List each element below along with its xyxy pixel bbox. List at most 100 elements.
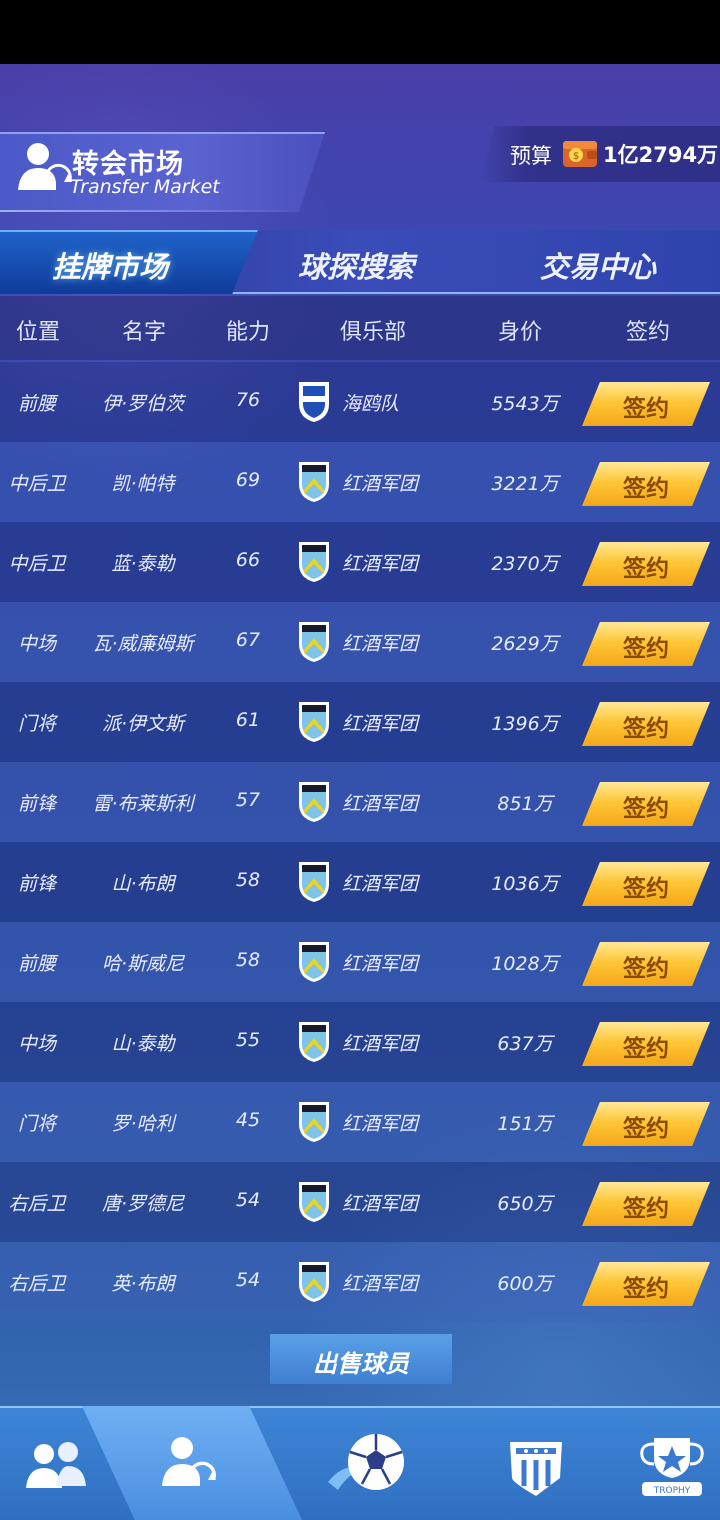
club-crest-icon (297, 1260, 331, 1304)
player-value: 2629万 (491, 633, 559, 655)
player-position: 门将 (17, 713, 56, 735)
sell-player-button[interactable]: 出售球员 (270, 1334, 452, 1384)
budget-label: 预算 (510, 144, 552, 168)
player-ability: 54 (235, 1269, 261, 1291)
sign-button[interactable]: 签约 (582, 382, 710, 426)
player-name: 山·布朗 (111, 873, 175, 895)
club-crest-icon (297, 860, 331, 904)
status-bar (0, 0, 720, 64)
table-row: 前腰 伊·罗伯茨 76 海鸥队 5543万 签约 (0, 362, 720, 442)
player-name: 罗·哈利 (111, 1113, 175, 1135)
transfer-person-icon (18, 143, 72, 190)
player-value: 5543万 (491, 393, 559, 415)
player-ability: 58 (235, 869, 261, 891)
player-ability: 54 (235, 1189, 261, 1211)
svg-text:$: $ (573, 151, 579, 162)
game-screen: 转会市场 Transfer Market 预算 $ 1亿2794万 挂牌市场 球… (0, 64, 720, 1520)
player-position: 前锋 (17, 793, 56, 815)
column-header-ability: 能力 (226, 320, 271, 345)
club-crest-icon (297, 940, 331, 984)
player-ability: 61 (235, 709, 261, 731)
sign-button-label: 签约 (623, 875, 669, 901)
table-row: 中场 山·泰勒 55 红酒军团 637万 签约 (0, 1002, 720, 1082)
player-value: 1396万 (491, 713, 559, 735)
player-ability: 58 (235, 949, 261, 971)
sign-button[interactable]: 签约 (582, 862, 710, 906)
trophy-label: TROPHY (653, 1486, 691, 1496)
sign-button-label: 签约 (623, 395, 669, 421)
sign-button[interactable]: 签约 (582, 1182, 710, 1226)
club-shield-icon[interactable] (496, 1430, 576, 1502)
player-position: 门将 (17, 1113, 56, 1135)
sign-button[interactable]: 签约 (582, 702, 710, 746)
sign-button-label: 签约 (623, 1035, 669, 1061)
club-crest-icon (297, 540, 331, 584)
player-club: 红酒军团 (342, 793, 419, 815)
player-value: 3221万 (491, 473, 559, 495)
sign-button-label: 签约 (623, 955, 669, 981)
player-club: 红酒军团 (342, 1033, 419, 1055)
budget-value: 1亿2794万 (603, 143, 719, 167)
player-name: 派·伊文斯 (101, 713, 185, 735)
player-name: 山·泰勒 (111, 1033, 175, 1055)
trophy-icon[interactable]: TROPHY (632, 1430, 712, 1502)
sign-button[interactable]: 签约 (582, 622, 710, 666)
player-position: 前腰 (17, 393, 56, 415)
player-club: 红酒军团 (342, 953, 419, 975)
table-row: 右后卫 英·布朗 54 红酒军团 600万 签约 (0, 1242, 720, 1322)
player-value: 1036万 (491, 873, 559, 895)
table-row: 门将 派·伊文斯 61 红酒军团 1396万 签约 (0, 682, 720, 762)
player-position: 中场 (17, 633, 56, 655)
tab-scout-search[interactable]: 球探搜索 (298, 244, 414, 286)
club-crest-icon (297, 380, 331, 424)
sign-button-label: 签约 (623, 1275, 669, 1301)
player-position: 右后卫 (8, 1273, 66, 1295)
player-position: 中后卫 (8, 473, 66, 495)
sign-button[interactable]: 签约 (582, 1022, 710, 1066)
page-subtitle: Transfer Market (70, 176, 220, 198)
tab-listing-market[interactable]: 挂牌市场 (52, 244, 168, 286)
column-header-value: 身价 (498, 320, 543, 345)
club-crest-icon (297, 460, 331, 504)
transfer-icon[interactable] (152, 1430, 232, 1502)
player-name: 哈·斯威尼 (101, 953, 185, 975)
column-header-name: 名字 (122, 320, 167, 345)
player-ability: 67 (235, 629, 261, 651)
player-name: 凯·帕特 (111, 473, 175, 495)
table-row: 中后卫 凯·帕特 69 红酒军团 3221万 签约 (0, 442, 720, 522)
column-header-club: 俱乐部 (340, 320, 407, 345)
table-row: 前锋 雷·布莱斯利 57 红酒军团 851万 签约 (0, 762, 720, 842)
table-row: 前锋 山·布朗 58 红酒军团 1036万 签约 (0, 842, 720, 922)
player-club: 红酒军团 (342, 473, 419, 495)
player-ability: 66 (235, 549, 261, 571)
column-header-position: 位置 (16, 320, 61, 345)
player-club: 红酒军团 (342, 633, 419, 655)
player-ability: 57 (235, 789, 261, 811)
player-position: 右后卫 (8, 1193, 66, 1215)
player-ability: 69 (235, 469, 261, 491)
soccer-ball-icon[interactable] (324, 1422, 412, 1506)
table-row: 中场 瓦·威廉姆斯 67 红酒军团 2629万 签约 (0, 602, 720, 682)
player-ability: 76 (235, 389, 261, 411)
sign-button[interactable]: 签约 (582, 542, 710, 586)
player-name: 伊·罗伯茨 (101, 393, 185, 415)
sign-button[interactable]: 签约 (582, 1102, 710, 1146)
club-crest-icon (297, 1100, 331, 1144)
sign-button-label: 签约 (623, 715, 669, 741)
sign-button[interactable]: 签约 (582, 462, 710, 506)
sign-button[interactable]: 签约 (582, 782, 710, 826)
tab-trade-center[interactable]: 交易中心 (540, 244, 656, 286)
player-value: 600万 (497, 1273, 553, 1295)
player-club: 红酒军团 (342, 1113, 419, 1135)
player-value: 2370万 (491, 553, 559, 575)
player-value: 1028万 (491, 953, 559, 975)
sign-button[interactable]: 签约 (582, 1262, 710, 1306)
player-ability: 45 (235, 1109, 261, 1131)
sign-button-label: 签约 (623, 1115, 669, 1141)
player-position: 前腰 (17, 953, 56, 975)
player-value: 151万 (497, 1113, 553, 1135)
player-name: 雷·布莱斯利 (92, 793, 194, 815)
team-icon[interactable] (16, 1430, 96, 1502)
sign-button[interactable]: 签约 (582, 942, 710, 986)
sign-button-label: 签约 (623, 555, 669, 581)
